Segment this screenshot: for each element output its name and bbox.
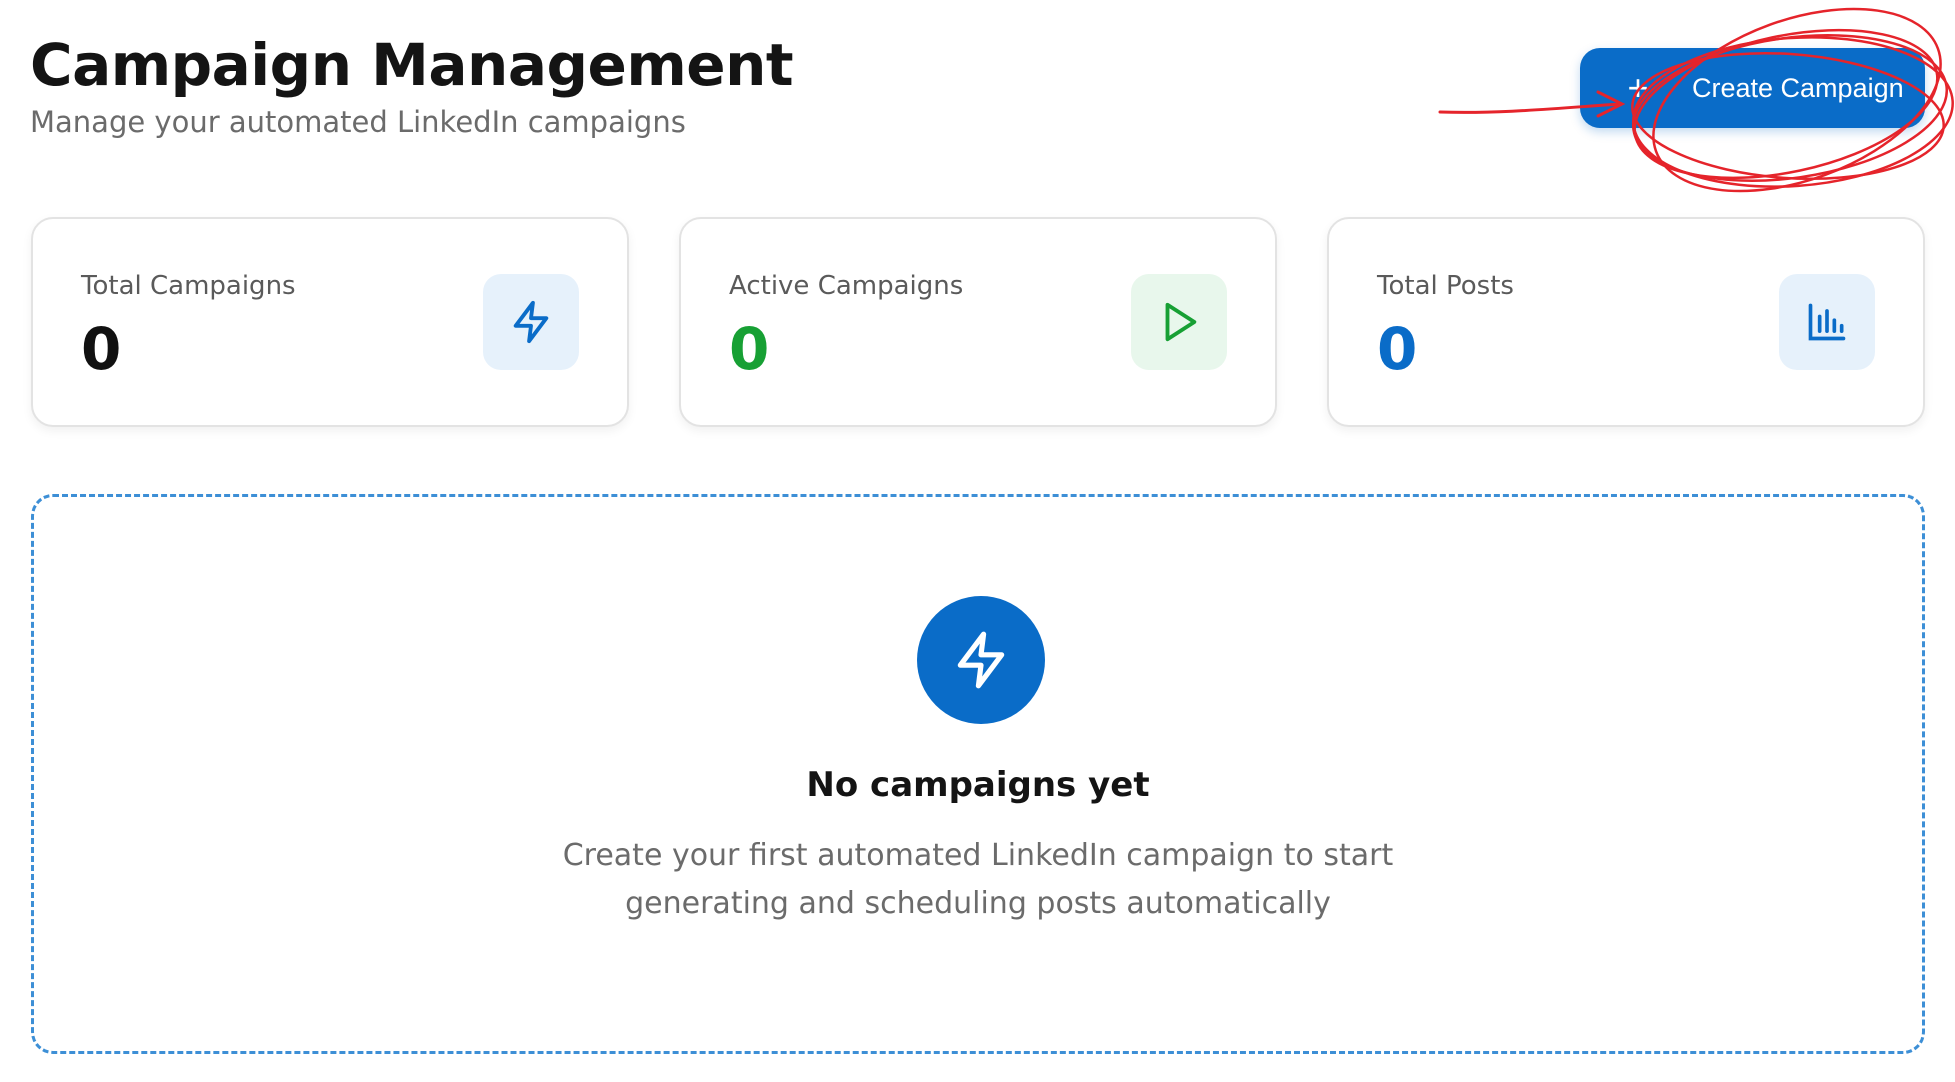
create-campaign-label: Create Campaign xyxy=(1692,72,1904,103)
page-subtitle: Manage your automated LinkedIn campaigns xyxy=(30,105,686,139)
stat-icon-box xyxy=(483,274,579,370)
stat-icon-box xyxy=(1779,274,1875,370)
stat-value: 0 xyxy=(729,315,770,383)
page-title: Campaign Management xyxy=(30,31,794,99)
play-icon xyxy=(1165,302,1197,342)
stat-label: Active Campaigns xyxy=(729,271,964,301)
stat-value: 0 xyxy=(81,315,122,383)
bar-chart-icon xyxy=(1808,303,1846,341)
empty-state-panel: No campaigns yet Create your first autom… xyxy=(31,494,1925,1054)
page-header: Campaign Management Manage your automate… xyxy=(30,30,794,142)
stat-label: Total Posts xyxy=(1377,271,1514,301)
stat-icon-box xyxy=(1131,274,1227,370)
stat-card-total-posts: Total Posts 0 xyxy=(1327,217,1925,427)
lightning-icon xyxy=(513,300,549,344)
stat-card-total-campaigns: Total Campaigns 0 xyxy=(31,217,629,427)
stat-label: Total Campaigns xyxy=(81,271,296,301)
lightning-icon xyxy=(957,631,1005,689)
empty-state-title: No campaigns yet xyxy=(806,765,1150,805)
empty-state-description: Create your first automated LinkedIn cam… xyxy=(34,832,1922,928)
plus-icon: + xyxy=(1627,67,1649,108)
stat-card-active-campaigns: Active Campaigns 0 xyxy=(679,217,1277,427)
campaign-management-page: Campaign Management Manage your automate… xyxy=(0,0,1955,1082)
empty-state-icon-circle xyxy=(917,596,1045,724)
create-campaign-button[interactable]: + Create Campaign xyxy=(1580,48,1925,128)
stat-value: 0 xyxy=(1377,315,1418,383)
empty-state-description-line: Create your first automated LinkedIn cam… xyxy=(562,838,1394,873)
empty-state-description-line: generating and scheduling posts automati… xyxy=(625,886,1331,921)
